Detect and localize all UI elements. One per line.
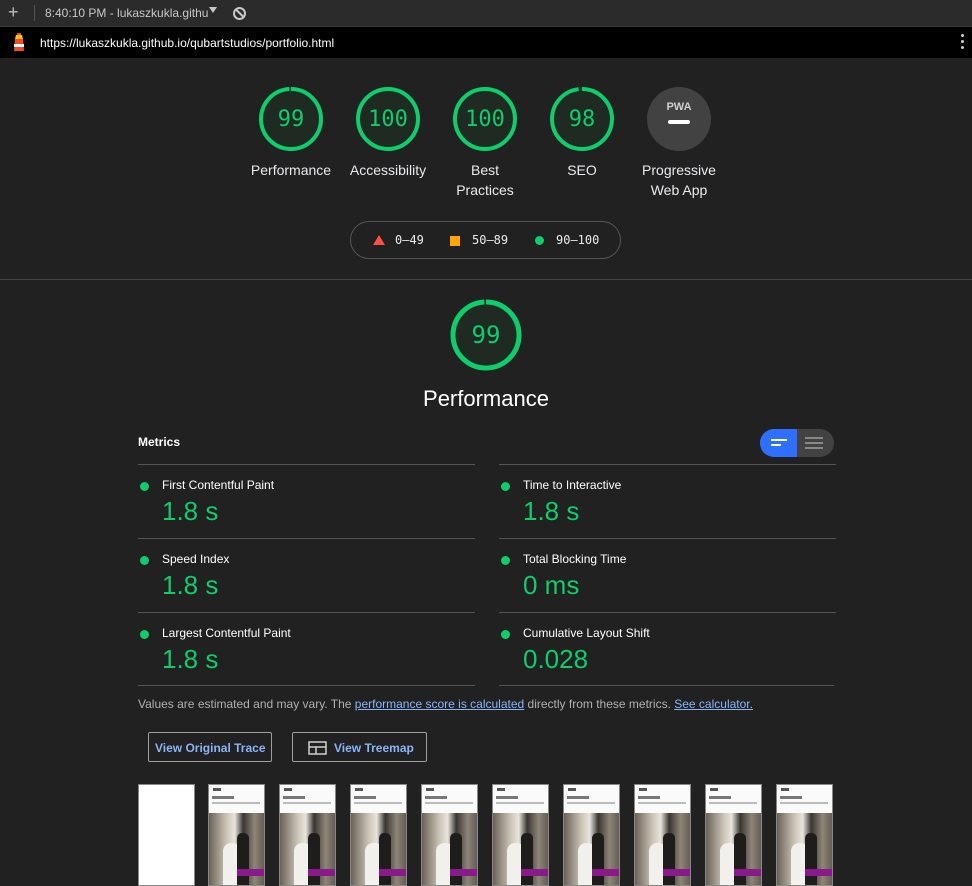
score-legend: 0–49 50–89 90–100 <box>350 221 621 259</box>
metric-name: Cumulative Layout Shift <box>523 626 650 640</box>
tab-separator <box>34 5 35 21</box>
gauge-score: 100 <box>368 107 408 132</box>
section-divider <box>0 279 972 280</box>
pass-circle-icon <box>535 236 544 245</box>
gauge-ring: 100 <box>356 87 420 151</box>
performance-score: 99 <box>472 321 501 349</box>
metric-total-blocking-time: Total Blocking Time 0 ms <box>499 538 836 612</box>
legend-pass: 90–100 <box>556 233 600 247</box>
gauge-accessibility[interactable]: 100 Accessibility <box>338 86 438 180</box>
note-middle: directly from these metrics. <box>524 697 675 711</box>
metrics-view-toggle[interactable] <box>760 429 834 457</box>
metric-largest-contentful-paint: Largest Contentful Paint 1.8 s <box>138 612 475 686</box>
toggle-compact[interactable] <box>760 429 797 457</box>
gauge-pwa[interactable]: PWA Progressive Web App <box>629 86 729 200</box>
average-square-icon <box>450 236 460 246</box>
gauge-label: Performance <box>250 162 332 178</box>
gauge-label-line2: Web App <box>650 182 708 198</box>
gauge-label: SEO <box>567 162 597 178</box>
view-original-trace-button[interactable]: View Original Trace <box>148 732 272 762</box>
url-bar: https://lukaszkukla.github.io/qubartstud… <box>0 27 972 58</box>
filmstrip-frame <box>563 784 620 886</box>
plus-icon[interactable]: + <box>8 3 19 21</box>
fail-triangle-icon <box>373 235 385 245</box>
metric-value: 0.028 <box>523 644 589 674</box>
see-calculator-link[interactable]: See calculator. <box>674 697 753 711</box>
metric-first-contentful-paint: First Contentful Paint 1.8 s <box>138 464 475 538</box>
note-prefix: Values are estimated and may vary. The <box>138 697 355 711</box>
filmstrip-frame <box>492 784 549 886</box>
metric-value: 1.8 s <box>162 570 219 600</box>
pass-circle-icon <box>501 556 510 565</box>
gauge-label: Best <box>470 162 499 178</box>
gauge-ring: 98 <box>550 87 614 151</box>
filmstrip-frame <box>705 784 762 886</box>
metric-value: 0 ms <box>523 570 580 600</box>
metric-divider <box>138 685 475 686</box>
gauge-ring: 100 <box>453 87 517 151</box>
gauge-score: 100 <box>465 107 505 132</box>
filmstrip-frame-blank <box>138 784 195 886</box>
page-title: Performance <box>423 386 549 411</box>
pwa-icon: PWA <box>647 87 711 151</box>
gauge-score: 98 <box>569 107 596 132</box>
gauge-ring: 99 <box>450 299 522 371</box>
metric-name: Total Blocking Time <box>523 552 627 566</box>
lighthouse-logo-icon <box>14 33 24 51</box>
pass-circle-icon <box>501 630 510 639</box>
metric-divider <box>499 685 834 686</box>
pass-circle-icon <box>140 556 149 565</box>
tab-strip: + 8:40:10 PM - lukaszkukla.githu <box>0 0 972 27</box>
legend-fail: 0–49 <box>395 233 424 247</box>
pass-circle-icon <box>501 482 510 491</box>
compact-view-icon <box>771 439 787 449</box>
metric-name: Time to Interactive <box>523 478 622 492</box>
legend-average: 50–89 <box>472 233 509 247</box>
chevron-down-icon[interactable] <box>209 7 217 13</box>
filmstrip-frame <box>776 784 833 886</box>
metric-cumulative-layout-shift: Cumulative Layout Shift 0.028 <box>499 612 836 686</box>
more-menu-icon[interactable] <box>961 34 965 52</box>
filmstrip-frame <box>634 784 691 886</box>
metrics-note: Values are estimated and may vary. The p… <box>138 697 753 711</box>
filmstrip-frame <box>208 784 265 886</box>
gauge-label: Progressive <box>642 162 716 178</box>
metric-value: 1.8 s <box>162 496 219 526</box>
pass-circle-icon <box>140 482 149 491</box>
gauge-ring: 99 <box>259 87 323 151</box>
gauge-label: Accessibility <box>349 162 427 178</box>
score-calculated-link[interactable]: performance score is calculated <box>355 697 524 711</box>
metric-name: Largest Contentful Paint <box>162 626 291 640</box>
gauge-score: 99 <box>278 107 305 132</box>
metric-name: First Contentful Paint <box>162 478 275 492</box>
expanded-view-icon[interactable] <box>805 437 823 452</box>
metric-speed-index: Speed Index 1.8 s <box>138 538 475 612</box>
treemap-icon <box>308 741 327 755</box>
performance-gauge: 99 <box>449 298 523 372</box>
metric-value: 1.8 s <box>523 496 580 526</box>
gauge-best-practices[interactable]: 100 Best Practices <box>435 86 535 200</box>
filmstrip-frame <box>350 784 407 886</box>
view-treemap-button[interactable]: View Treemap <box>292 732 427 762</box>
metric-time-to-interactive: Time to Interactive 1.8 s <box>499 464 836 538</box>
filmstrip-frame <box>279 784 336 886</box>
block-icon[interactable] <box>233 7 246 20</box>
gauge-label-line2: Practices <box>456 182 514 198</box>
tab-title[interactable]: 8:40:10 PM - lukaszkukla.githu <box>45 6 208 20</box>
button-label: View Original Trace <box>155 741 266 755</box>
metric-value: 1.8 s <box>162 644 219 674</box>
button-label: View Treemap <box>334 741 414 755</box>
metrics-heading: Metrics <box>138 435 181 449</box>
gauge-seo[interactable]: 98 SEO <box>532 86 632 180</box>
metric-name: Speed Index <box>162 552 230 566</box>
pass-circle-icon <box>140 630 149 639</box>
page-url[interactable]: https://lukaszkukla.github.io/qubartstud… <box>40 36 334 50</box>
gauge-performance[interactable]: 99 Performance <box>241 86 341 180</box>
filmstrip-frame <box>421 784 478 886</box>
pwa-badge-text: PWA <box>666 101 691 113</box>
